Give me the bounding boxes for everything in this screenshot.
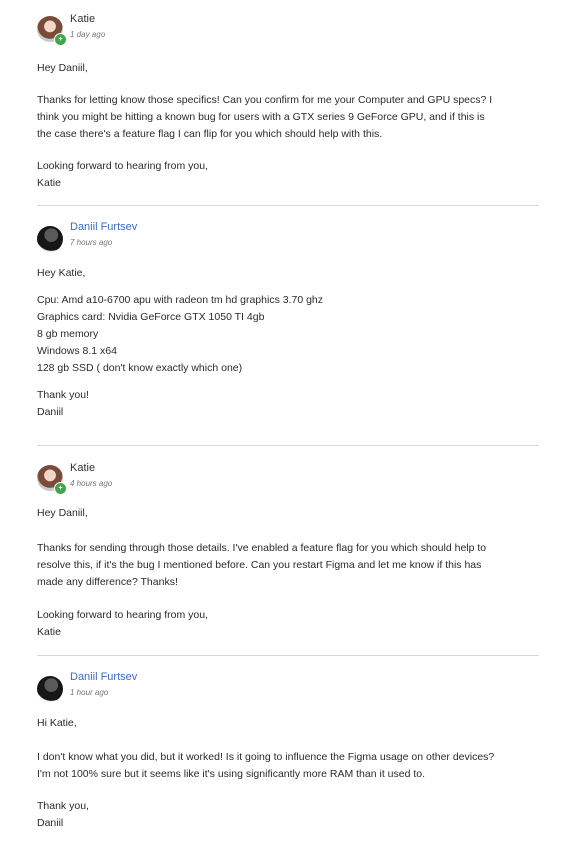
message-paragraph: Hi Katie, — [37, 717, 77, 729]
message-paragraph: Thank you! Daniil — [37, 389, 89, 418]
online-badge-icon: + — [54, 482, 67, 495]
divider — [37, 655, 539, 656]
author-name[interactable]: Katie — [70, 461, 95, 475]
avatar[interactable] — [37, 226, 63, 252]
message-paragraph: Cpu: Amd a10-6700 apu with radeon tm hd … — [37, 294, 324, 374]
online-badge-icon: + — [54, 33, 67, 46]
message-paragraph: I don't know what you did, but it worked… — [37, 751, 495, 780]
timestamp: 1 day ago — [70, 30, 106, 39]
divider — [37, 205, 539, 206]
timestamp: 4 hours ago — [70, 479, 113, 488]
message-paragraph: Looking forward to hearing from you, Kat… — [37, 609, 209, 638]
message-paragraph: Hey Katie, — [37, 267, 86, 279]
author-name[interactable]: Daniil Furtsev — [70, 670, 137, 684]
timestamp: 7 hours ago — [70, 238, 113, 247]
divider — [37, 445, 539, 446]
author-name[interactable]: Katie — [70, 12, 95, 26]
message-paragraph: Thanks for sending through those details… — [37, 542, 487, 588]
timestamp: 1 hour ago — [70, 688, 109, 697]
author-name[interactable]: Daniil Furtsev — [70, 220, 137, 234]
message-paragraph: Looking forward to hearing from you, Kat… — [37, 160, 209, 189]
avatar[interactable] — [37, 676, 63, 702]
message-paragraph: Hey Daniil, — [37, 62, 88, 74]
message-paragraph: Thanks for letting know those specifics!… — [37, 94, 493, 140]
message-paragraph: Thank you, Daniil — [37, 800, 89, 829]
message-paragraph: Hey Daniil, — [37, 507, 88, 519]
